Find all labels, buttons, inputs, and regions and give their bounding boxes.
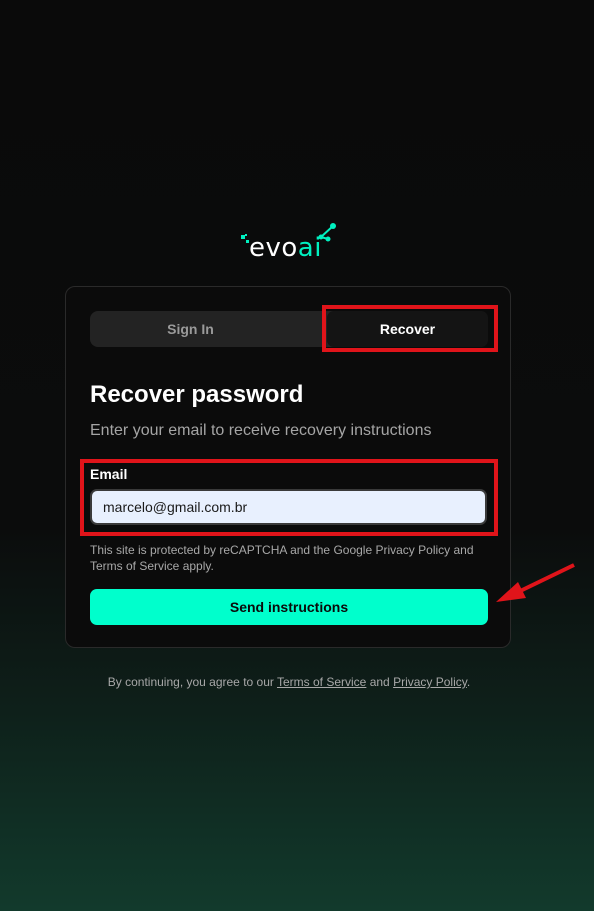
page-subtitle: Enter your email to receive recovery ins… <box>90 422 432 439</box>
email-label: Email <box>90 466 128 482</box>
logo-wordmark-evo: evo <box>249 233 298 263</box>
recover-tab-highlight-box <box>322 305 498 352</box>
legal-footer: By continuing, you agree to our Terms of… <box>0 675 578 689</box>
logo-wordmark: evoai <box>249 233 322 263</box>
page-title: Recover password <box>90 381 304 408</box>
send-instructions-button[interactable]: Send instructions <box>90 589 488 625</box>
terms-of-service-link[interactable]: Terms of Service <box>277 675 366 689</box>
evoai-logo: evoai <box>240 221 340 265</box>
footer-prefix: By continuing, you agree to our <box>107 675 274 689</box>
logo-wordmark-ai: ai <box>297 233 322 263</box>
tab-sign-in[interactable]: Sign In <box>90 311 291 347</box>
recaptcha-notice: This site is protected by reCAPTCHA and … <box>90 543 474 573</box>
red-arrow-annotation-icon <box>496 563 575 602</box>
privacy-policy-link[interactable]: Privacy Policy <box>393 675 467 689</box>
footer-suffix: . <box>466 675 471 689</box>
footer-conjunction: and <box>369 675 390 689</box>
email-input[interactable] <box>90 489 487 525</box>
